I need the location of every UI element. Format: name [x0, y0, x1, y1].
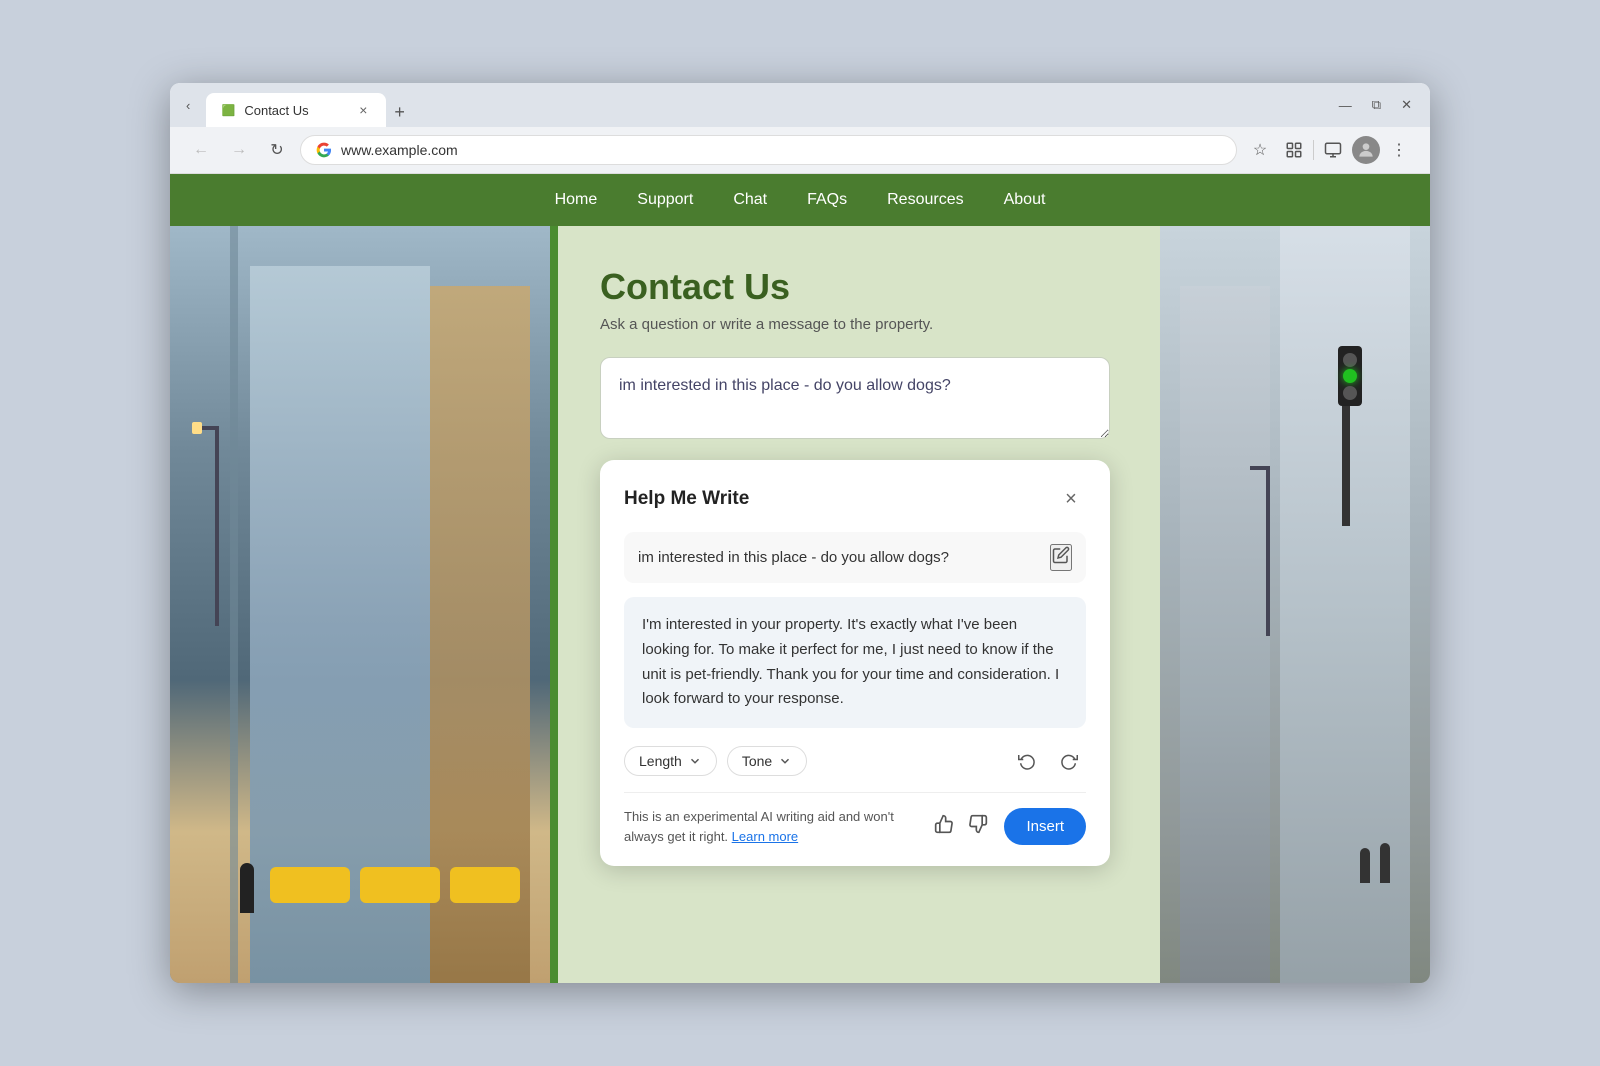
page-title: Contact Us: [600, 266, 1110, 308]
hmw-tone-label: Tone: [742, 753, 772, 769]
nav-resources[interactable]: Resources: [887, 187, 963, 213]
address-bar: ← → ↻ ☆: [170, 127, 1430, 174]
toolbar-icons: ☆ ⋮: [1245, 135, 1414, 165]
nav-home[interactable]: Home: [555, 187, 598, 213]
side-stripe: [550, 226, 558, 983]
hmw-controls-row: Length Tone: [624, 744, 1086, 778]
hmw-feedback-buttons: [930, 810, 992, 843]
main-content: Contact Us Ask a question or write a mes…: [550, 226, 1160, 983]
browser-content: Home Support Chat FAQs Resources About: [170, 174, 1430, 983]
hmw-generated-text: I'm interested in your property. It's ex…: [624, 597, 1086, 728]
title-bar: ‹ 🟩 Contact Us × + — ⧉ ✕: [170, 83, 1430, 127]
hmw-header: Help Me Write ×: [624, 484, 1086, 514]
bookmark-button[interactable]: ☆: [1245, 135, 1275, 165]
tab-back-button[interactable]: ‹: [180, 94, 196, 117]
hmw-title: Help Me Write: [624, 488, 749, 510]
tab-title-text: Contact Us: [244, 103, 346, 118]
hmw-length-dropdown[interactable]: Length: [624, 746, 717, 776]
nav-about[interactable]: About: [1004, 187, 1046, 213]
nav-faqs[interactable]: FAQs: [807, 187, 847, 213]
hmw-undo-button[interactable]: [1010, 744, 1044, 778]
hmw-thumbs-down-button[interactable]: [964, 810, 992, 843]
extensions-button[interactable]: [1279, 135, 1309, 165]
hmw-undo-redo-group: [1010, 744, 1086, 778]
hmw-input-text: im interested in this place - do you all…: [638, 549, 1050, 566]
hmw-edit-button[interactable]: [1050, 544, 1072, 571]
hmw-redo-button[interactable]: [1052, 744, 1086, 778]
page-layout: Contact Us Ask a question or write a mes…: [170, 226, 1430, 983]
nav-chat[interactable]: Chat: [733, 187, 767, 213]
hmw-tone-dropdown[interactable]: Tone: [727, 746, 807, 776]
window-controls: — ⧉ ✕: [1331, 93, 1420, 117]
hmw-insert-button[interactable]: Insert: [1004, 808, 1086, 845]
city-background-right: [1160, 226, 1430, 983]
user-avatar-button[interactable]: [1352, 136, 1380, 164]
tab-favicon-icon: 🟩: [220, 102, 236, 118]
hmw-length-label: Length: [639, 753, 682, 769]
nav-support[interactable]: Support: [637, 187, 693, 213]
forward-button[interactable]: →: [224, 135, 254, 165]
help-me-write-panel: Help Me Write × im interested in this pl…: [600, 460, 1110, 866]
hmw-learn-more-link[interactable]: Learn more: [732, 829, 798, 844]
close-window-button[interactable]: ✕: [1393, 93, 1420, 117]
back-button[interactable]: ←: [186, 135, 216, 165]
google-logo-icon: [315, 141, 333, 159]
more-options-button[interactable]: ⋮: [1384, 135, 1414, 165]
nav-arrows: ‹: [180, 94, 196, 117]
hmw-thumbs-up-button[interactable]: [930, 810, 958, 843]
browser-window: ‹ 🟩 Contact Us × + — ⧉ ✕ ← → ↻: [170, 83, 1430, 983]
city-background-left: [170, 226, 550, 983]
message-textarea[interactable]: im interested in this place - do you all…: [600, 357, 1110, 439]
tab-close-button[interactable]: ×: [354, 101, 372, 119]
reload-button[interactable]: ↻: [262, 135, 292, 165]
nav-links-container: Home Support Chat FAQs Resources About: [555, 187, 1046, 213]
active-tab[interactable]: 🟩 Contact Us ×: [206, 93, 386, 127]
page-subtitle: Ask a question or write a message to the…: [600, 316, 1110, 333]
minimize-button[interactable]: —: [1331, 93, 1360, 117]
site-nav: Home Support Chat FAQs Resources About: [170, 174, 1430, 226]
tab-bar: 🟩 Contact Us × +: [206, 83, 1324, 127]
hmw-footer: This is an experimental AI writing aid a…: [624, 792, 1086, 846]
address-bar-input-wrap: [300, 135, 1237, 165]
new-tab-button[interactable]: +: [386, 98, 413, 127]
profile-button[interactable]: [1318, 135, 1348, 165]
hmw-close-button[interactable]: ×: [1056, 484, 1086, 514]
hmw-input-row: im interested in this place - do you all…: [624, 532, 1086, 583]
address-input[interactable]: [341, 142, 1222, 158]
toolbar-divider: [1313, 140, 1314, 160]
hmw-footer-text: This is an experimental AI writing aid a…: [624, 807, 930, 846]
restore-button[interactable]: ⧉: [1364, 93, 1389, 117]
